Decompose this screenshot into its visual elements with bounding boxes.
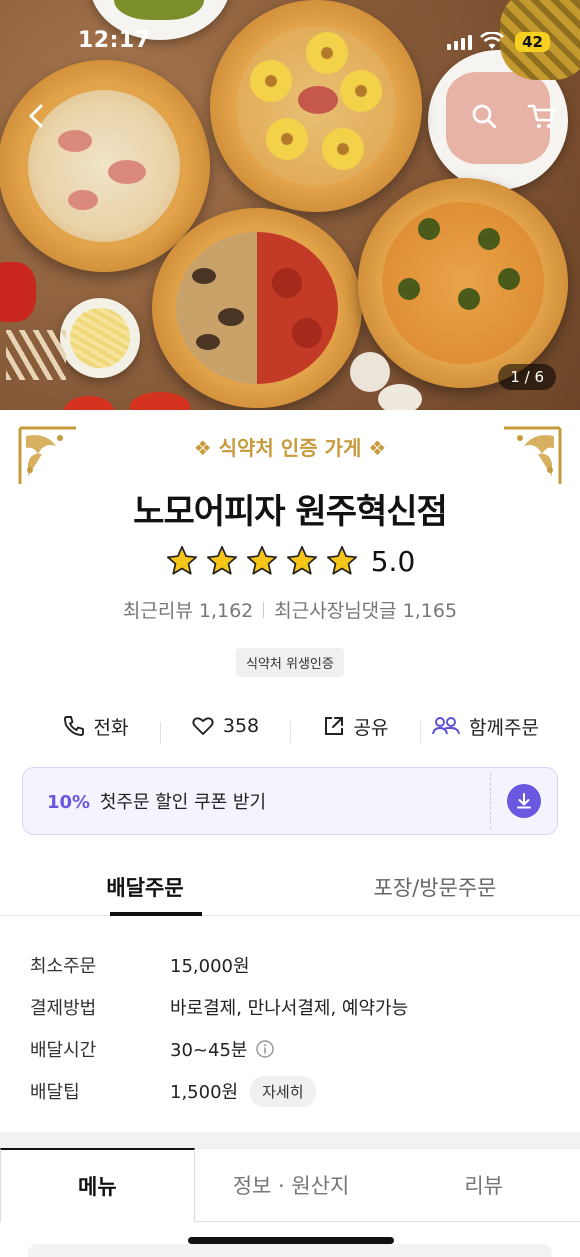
- jalapeno-pizza: [358, 178, 568, 388]
- group-users-icon: [432, 717, 460, 735]
- min-order-label: 최소주문: [30, 956, 97, 977]
- cheese-bowl: [60, 298, 140, 378]
- coupon-percent: 10%: [47, 792, 91, 813]
- delivery-tip-group: 1,500원 자세히: [170, 1075, 316, 1107]
- coupon-label: 첫주문 할인 쿠폰 받기: [99, 792, 267, 813]
- star-icon: [166, 545, 197, 575]
- menu-search-bar-peek[interactable]: [28, 1244, 552, 1257]
- mushroom-sticks: [6, 330, 66, 380]
- divider: [263, 602, 265, 618]
- like-button[interactable]: 358: [160, 714, 290, 744]
- leaf-right-icon: ❖: [368, 436, 387, 460]
- star-icon: [286, 545, 317, 575]
- tip-detail-button[interactable]: 자세히: [250, 1075, 316, 1107]
- tomato-image: [64, 396, 114, 410]
- tab-delivery-order[interactable]: 배달주문: [0, 864, 290, 916]
- owner-replies-count[interactable]: 최근사장님댓글 1,165: [274, 600, 457, 622]
- coupon-text: 10% 첫주문 할인 쿠폰 받기: [23, 788, 490, 814]
- delivery-tip-value: 1,500원: [170, 1082, 239, 1103]
- certification-banner: ❖ 식약처 인증 가게 ❖: [0, 432, 580, 461]
- share-label: 공유: [353, 716, 389, 739]
- payment-value: 바로결제, 만나서결제, 예약가능: [170, 998, 409, 1019]
- home-indicator[interactable]: [188, 1237, 394, 1244]
- battery-indicator: 42: [515, 32, 550, 52]
- info-row-min-order: 최소주문 15,000원: [30, 944, 550, 986]
- rating-row[interactable]: 5.0: [0, 544, 580, 578]
- like-count: 358: [222, 715, 260, 737]
- store-actions: 전화 358 공유 함께주문: [30, 706, 550, 746]
- tab-info-origin[interactable]: 정보 · 원산지: [194, 1148, 388, 1222]
- status-time: 12:17: [78, 28, 151, 53]
- payment-label: 결제방법: [30, 998, 97, 1019]
- info-icon[interactable]: [255, 1039, 275, 1059]
- image-counter: 1 / 6: [498, 364, 556, 390]
- cart-button[interactable]: [522, 96, 562, 136]
- recent-reviews-count[interactable]: 최근리뷰 1,162: [123, 600, 253, 622]
- cart-icon: [527, 104, 556, 128]
- cellular-signal-icon: [447, 34, 472, 50]
- section-divider: [0, 1132, 580, 1148]
- tomato-image: [130, 392, 190, 410]
- download-button-circle: [507, 784, 541, 818]
- info-row-delivery-time: 배달시간 30~45분: [30, 1028, 550, 1070]
- first-order-coupon[interactable]: 10% 첫주문 할인 쿠폰 받기: [22, 767, 558, 835]
- hygiene-badge: 식약처 위생인증: [236, 648, 344, 677]
- order-type-tabs: 배달주문 포장/방문주문: [0, 864, 580, 916]
- delivery-time-label: 배달시간: [30, 1040, 97, 1061]
- group-order-label: 함께주문: [469, 716, 539, 739]
- info-row-payment: 결제방법 바로결제, 만나서결제, 예약가능: [30, 986, 550, 1028]
- tab-menu[interactable]: 메뉴: [0, 1148, 195, 1222]
- certification-banner-text: 식약처 인증 가게: [218, 436, 362, 460]
- store-name: 노모어피자 원주혁신점: [133, 492, 448, 532]
- status-bar: 12:17 42: [0, 28, 580, 58]
- review-counts[interactable]: 최근리뷰 1,162 최근사장님댓글 1,165: [0, 596, 580, 623]
- leaf-left-icon: ❖: [193, 436, 212, 460]
- coupon-download-button[interactable]: [491, 784, 557, 818]
- rating-value: 5.0: [370, 544, 416, 578]
- star-icon: [246, 545, 277, 575]
- delivery-time-value: 30~45분: [170, 1040, 248, 1061]
- info-row-delivery-tip: 배달팁 1,500원 자세히: [30, 1070, 550, 1112]
- call-label: 전화: [93, 716, 129, 739]
- search-button[interactable]: [464, 96, 504, 136]
- delivery-info: 최소주문 15,000원 결제방법 바로결제, 만나서결제, 예약가능 배달시간…: [30, 944, 550, 1112]
- star-icon: [206, 545, 237, 575]
- tomato-image: [0, 262, 36, 322]
- search-icon: [472, 104, 497, 129]
- tab-pickup-order[interactable]: 포장/방문주문: [290, 864, 580, 915]
- share-button[interactable]: 공유: [290, 713, 420, 743]
- heart-icon: [192, 717, 214, 735]
- delivery-tip-label: 배달팁: [30, 1082, 80, 1103]
- share-icon: [324, 717, 343, 735]
- mushroom-image: [378, 384, 422, 410]
- download-icon: [517, 793, 531, 809]
- wifi-icon: [480, 32, 504, 49]
- delivery-time-group: 30~45분: [170, 1036, 275, 1062]
- half-half-pizza: [152, 208, 362, 408]
- back-button[interactable]: [18, 96, 58, 136]
- min-order-value: 15,000원: [170, 956, 250, 977]
- tab-reviews[interactable]: 리뷰: [387, 1148, 580, 1222]
- phone-icon: [63, 716, 84, 736]
- star-icon: [326, 545, 357, 575]
- group-order-button[interactable]: 함께주문: [420, 713, 550, 743]
- store-content-tabs: 메뉴 정보 · 원산지 리뷰: [0, 1148, 580, 1222]
- store-hero-image[interactable]: 12:17 42 1 / 6: [0, 0, 580, 410]
- call-button[interactable]: 전화: [30, 713, 160, 740]
- back-arrow-icon: [29, 104, 43, 128]
- mushroom-image: [350, 352, 390, 392]
